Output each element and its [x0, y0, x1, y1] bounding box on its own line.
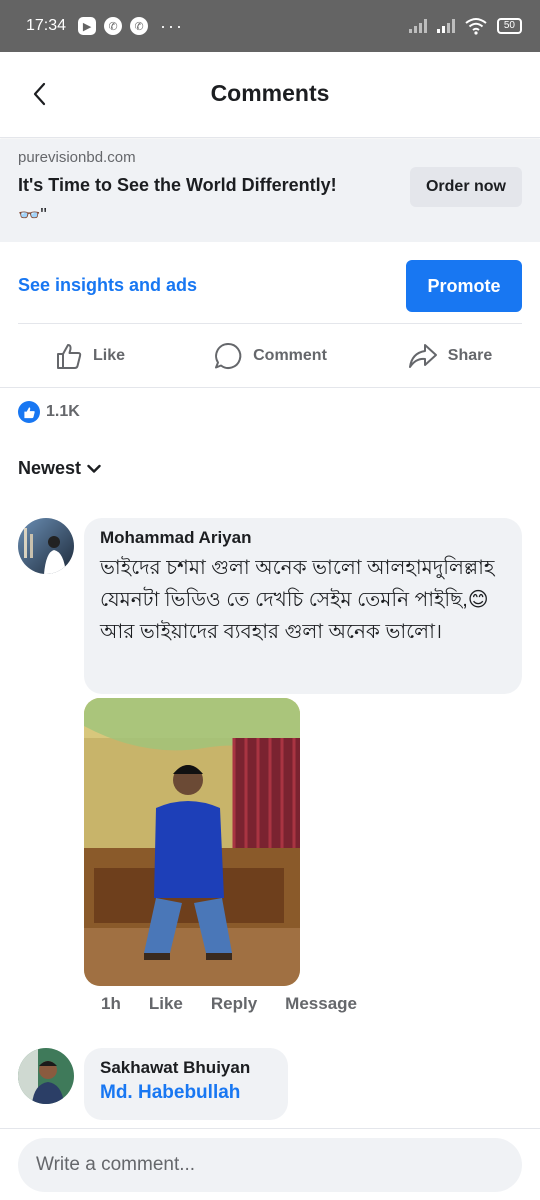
- comment-reply-button[interactable]: Reply: [211, 994, 257, 1014]
- youtube-icon: ▶: [78, 17, 97, 35]
- status-bar: 17:34 ▶ ✆ ✆ ··· 50: [0, 0, 540, 52]
- wifi-icon: [465, 18, 487, 35]
- comment-time: 1h: [101, 994, 121, 1013]
- page-title: Comments: [210, 80, 330, 106]
- see-insights-link[interactable]: See insights and ads: [18, 275, 197, 296]
- reaction-count: 1.1K: [46, 403, 80, 420]
- ad-headline: It's Time to See the World Differently!: [18, 175, 337, 195]
- thumbs-up-icon: [56, 344, 82, 369]
- divider: [18, 323, 522, 324]
- comment-text: ভাইদের চশমা গুলা অনেক ভালো আলহামদুলিল্লা…: [100, 557, 495, 643]
- comment-author[interactable]: Mohammad Ariyan: [100, 528, 506, 548]
- comment-label: Comment: [253, 347, 327, 364]
- comment-meta: 1h Like Reply Message: [101, 994, 357, 1014]
- ad-glasses-emoji: 👓": [18, 205, 47, 225]
- comment-bubble[interactable]: Mohammad Ariyan ভাইদের চশমা গুলা অনেক ভা…: [84, 518, 522, 694]
- viber-icon: ✆: [104, 17, 123, 35]
- comment-like-button[interactable]: Like: [149, 994, 183, 1014]
- comment-photo[interactable]: [84, 698, 300, 986]
- more-notifications-icon: ···: [160, 15, 185, 36]
- order-now-button[interactable]: Order now: [410, 167, 522, 207]
- signal-icon: [408, 19, 427, 33]
- reaction-summary[interactable]: 1.1K: [18, 401, 80, 423]
- whatsapp-icon: ✆: [130, 17, 149, 35]
- share-label: Share: [447, 347, 493, 364]
- like-reaction-icon: [18, 401, 40, 423]
- sort-label: Newest: [18, 458, 82, 478]
- chevron-down-icon: [87, 464, 101, 473]
- battery-icon: 50: [496, 18, 522, 34]
- share-arrow-icon: [408, 344, 437, 368]
- comment-composer: [0, 1128, 540, 1200]
- ad-preview[interactable]: purevisionbd.com It's Time to See the Wo…: [0, 139, 540, 242]
- status-time: 17:34: [26, 17, 67, 34]
- ad-domain: purevisionbd.com: [18, 149, 136, 166]
- share-button[interactable]: Share: [360, 342, 540, 370]
- comment-author[interactable]: Sakhawat Bhuiyan: [100, 1058, 272, 1078]
- comment-button[interactable]: Comment: [180, 341, 360, 371]
- avatar[interactable]: [18, 1048, 74, 1104]
- like-button[interactable]: Like: [0, 342, 180, 370]
- comment-input[interactable]: [18, 1138, 522, 1192]
- comment-message-button[interactable]: Message: [285, 994, 357, 1014]
- like-label: Like: [92, 347, 125, 364]
- status-right: 50: [408, 17, 522, 35]
- sort-dropdown[interactable]: Newest: [18, 458, 101, 479]
- divider: [0, 387, 540, 388]
- comment-bubble[interactable]: Sakhawat Bhuiyan Md. Habebullah: [84, 1048, 288, 1120]
- avatar[interactable]: [18, 518, 74, 574]
- mention-link[interactable]: Md. Habebullah: [100, 1082, 272, 1104]
- header: Comments: [0, 52, 540, 138]
- promote-button[interactable]: Promote: [406, 260, 522, 312]
- speech-bubble-icon: [215, 342, 242, 369]
- signal-icon-2: [436, 19, 455, 33]
- post-actions-bar: Like Comment Share: [0, 325, 540, 387]
